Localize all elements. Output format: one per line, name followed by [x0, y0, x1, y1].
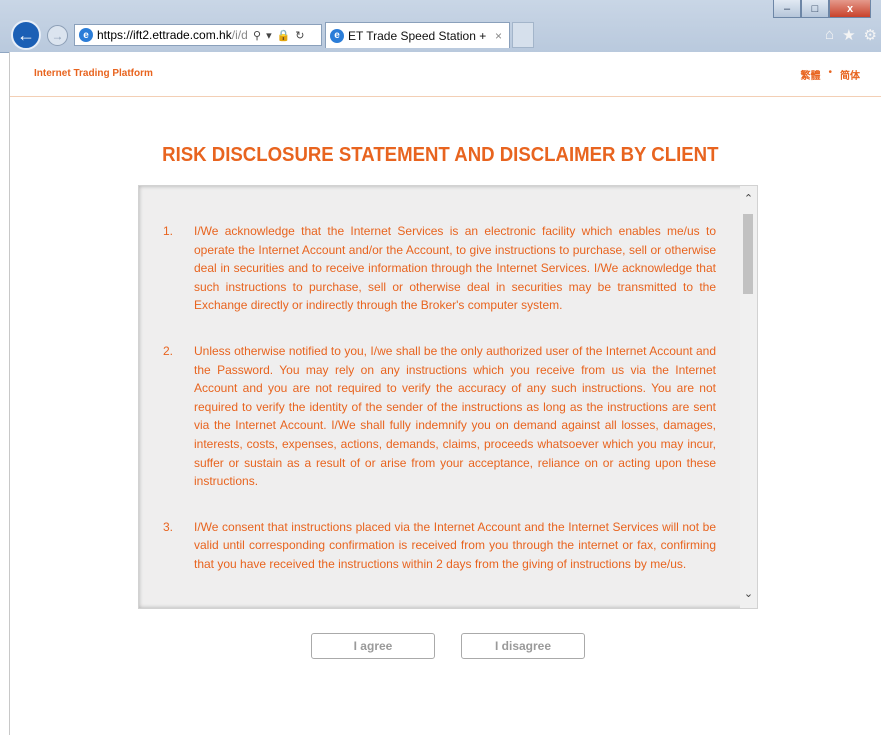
tab-ie-icon: e: [330, 28, 344, 43]
new-tab-button[interactable]: [512, 22, 534, 48]
url-host: https://ift2.ettrade.com.hk: [97, 28, 232, 42]
url-text[interactable]: https://ift2.ettrade.com.hk/i/d: [97, 28, 247, 42]
clause-text: Unless otherwise notified to you, I/we s…: [194, 343, 716, 489]
address-bar[interactable]: e https://ift2.ettrade.com.hk/i/d ⚲ ▾ 🔒 …: [74, 24, 322, 46]
home-icon[interactable]: ⌂: [825, 26, 834, 44]
back-button[interactable]: ←: [11, 20, 41, 50]
address-tools: ⚲ ▾ 🔒 ↻: [253, 29, 305, 42]
settings-gear-icon[interactable]: ⚙: [864, 26, 877, 44]
close-window-button[interactable]: x: [829, 0, 871, 18]
agree-button[interactable]: I agree: [311, 633, 435, 659]
platform-title: Internet Trading Platform: [34, 68, 153, 79]
disagree-button[interactable]: I disagree: [461, 633, 585, 659]
clause-item: 2. Unless otherwise notified to you, I/w…: [163, 342, 716, 491]
language-switcher: 繁體 • 简体: [800, 67, 860, 82]
disclaimer-scroll-box[interactable]: 1. I/We acknowledge that the Internet Se…: [138, 185, 758, 609]
clause-text: I/We acknowledge that the Internet Servi…: [194, 224, 716, 313]
search-icon[interactable]: ⚲: [253, 29, 261, 42]
url-path: /i/d: [231, 28, 247, 42]
minimize-button[interactable]: –: [773, 0, 801, 18]
disclaimer-content: 1. I/We acknowledge that the Internet Se…: [163, 222, 716, 601]
clause-item: 3. I/We consent that instructions placed…: [163, 518, 716, 574]
clause-number: 3.: [163, 519, 174, 534]
forward-arrow-icon: →: [51, 28, 64, 43]
clause-item: 1. I/We acknowledge that the Internet Se…: [163, 222, 716, 315]
clause-text: I/We consent that instructions placed vi…: [194, 519, 716, 571]
back-arrow-icon: ←: [17, 24, 35, 45]
refresh-icon[interactable]: ↻: [295, 29, 304, 42]
page-edge: [9, 52, 10, 735]
lang-traditional-link[interactable]: 繁體: [800, 67, 820, 82]
lang-simplified-link[interactable]: 简体: [840, 67, 860, 82]
favorites-star-icon[interactable]: ★: [842, 26, 855, 44]
scrollbar-thumb[interactable]: [743, 214, 753, 294]
ie-logo-icon: e: [79, 28, 93, 42]
site-header: Internet Trading Platform 繁體 • 简体: [10, 52, 881, 97]
forward-button[interactable]: →: [47, 25, 68, 46]
maximize-button[interactable]: □: [801, 0, 829, 18]
dropdown-icon[interactable]: ▾: [266, 29, 272, 42]
tab-et-trade[interactable]: e ET Trade Speed Station + ×: [325, 22, 510, 48]
scroll-up-chevron-icon[interactable]: ⌃: [740, 190, 757, 207]
page-title: RISK DISCLOSURE STATEMENT AND DISCLAIMER…: [162, 144, 719, 166]
clause-number: 1.: [163, 224, 174, 238]
tab-close-icon[interactable]: ×: [495, 29, 502, 43]
vertical-scrollbar[interactable]: ⌃ ⌄: [740, 186, 757, 608]
window-controls: – □ x: [773, 0, 871, 18]
scroll-down-chevron-icon[interactable]: ⌄: [740, 585, 757, 602]
browser-chrome: – □ x ← → e https://ift2.ettrade.com.hk/…: [0, 0, 881, 53]
lock-icon[interactable]: 🔒: [277, 29, 291, 42]
clause-number: 2.: [163, 343, 174, 358]
tab-title: ET Trade Speed Station +: [348, 28, 487, 43]
toolbar-icons: ⌂ ★ ⚙: [825, 26, 877, 44]
lang-separator: •: [828, 67, 832, 78]
